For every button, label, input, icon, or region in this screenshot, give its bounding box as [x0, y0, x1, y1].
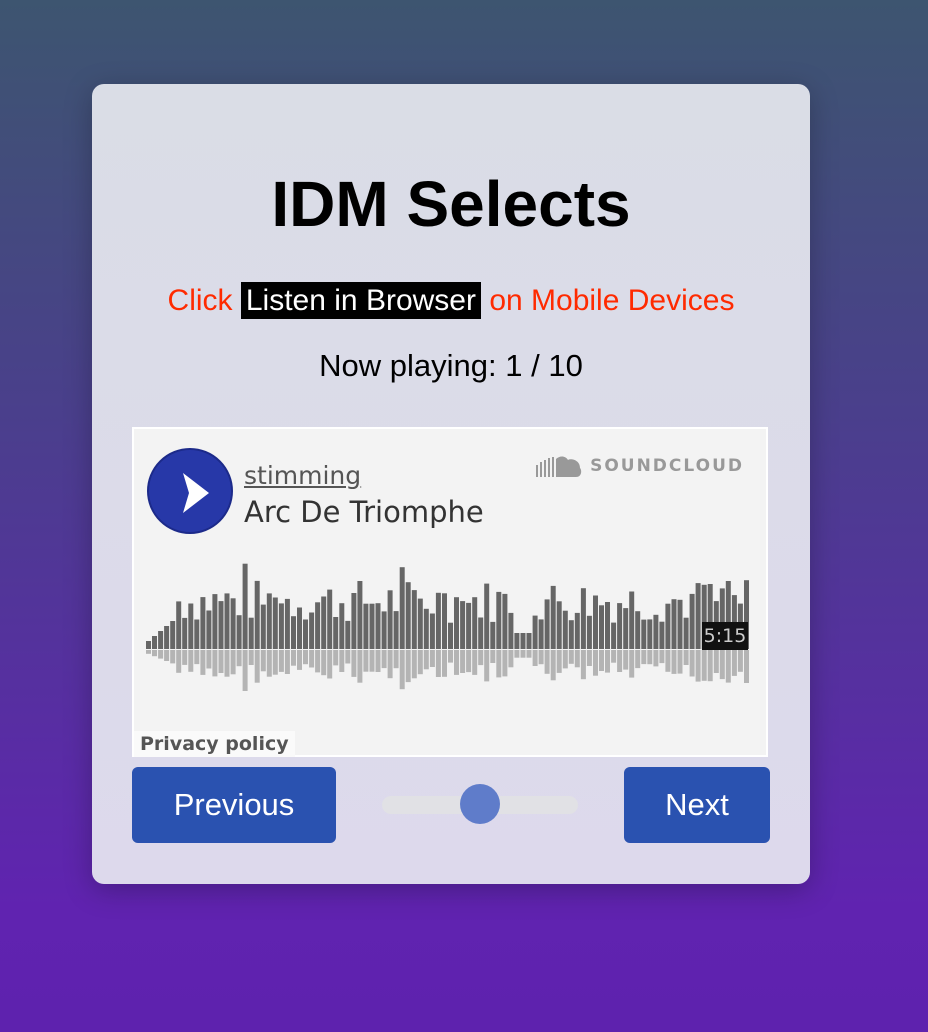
track-slider[interactable] [382, 784, 578, 824]
duration-label: 5:15 [702, 622, 748, 650]
previous-button[interactable]: Previous [132, 767, 336, 843]
next-button[interactable]: Next [624, 767, 770, 843]
hint-suffix: on Mobile Devices [489, 284, 735, 317]
slider-thumb[interactable] [460, 784, 500, 824]
hint-highlight: Listen in Browser [240, 282, 481, 319]
play-button[interactable] [147, 448, 233, 534]
soundcloud-logo[interactable]: SOUNDCLOUD [536, 455, 744, 477]
mobile-hint: Click Listen in Browser on Mobile Device… [92, 278, 810, 324]
waveform[interactable] [146, 557, 750, 693]
soundcloud-cloud-icon [536, 456, 582, 477]
soundcloud-wordmark: SOUNDCLOUD [590, 456, 744, 476]
privacy-policy-link[interactable]: Privacy policy [134, 731, 295, 757]
soundcloud-widget: stimming Arc De Triomphe SOUNDCLOUD 5:15… [132, 427, 768, 757]
artist-link[interactable]: stimming [244, 461, 361, 490]
play-icon [183, 473, 209, 513]
hint-prefix: Click [167, 284, 233, 317]
track-title: Arc De Triomphe [244, 495, 484, 529]
now-playing: Now playing: 1 / 10 [319, 348, 583, 383]
page-title: IDM Selects [271, 168, 631, 240]
player-card: IDM Selects Click Listen in Browser on M… [92, 84, 810, 884]
